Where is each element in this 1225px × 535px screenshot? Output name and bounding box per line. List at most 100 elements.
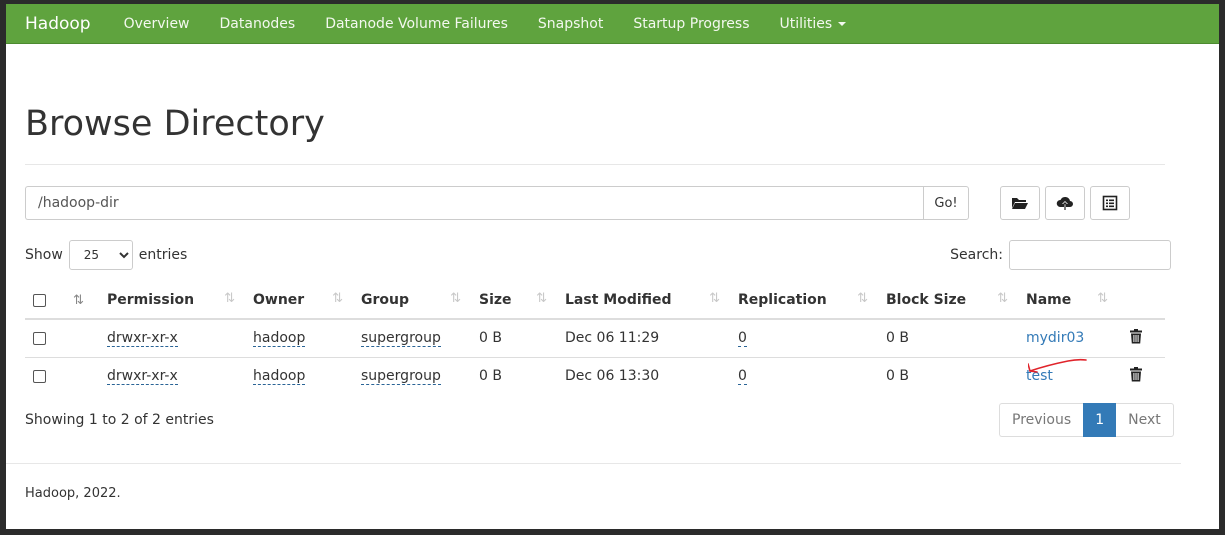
table-row: drwxr-xr-x hadoop supergroup 0 B Dec 06 …	[25, 356, 1165, 395]
entries-per-page-select[interactable]: 25	[68, 240, 133, 270]
list-alt-icon	[1102, 195, 1118, 211]
owner-editable[interactable]: hadoop	[253, 330, 306, 348]
sort-icon: ⇅	[450, 291, 461, 306]
navbar-brand[interactable]: Hadoop	[6, 14, 109, 34]
permission-cell: drwxr-xr-x	[99, 356, 245, 395]
directory-table: ⇅ Permission ⇅ Owner ⇅ Group ⇅ Size ⇅ Last M…	[25, 282, 1165, 395]
select-all-checkbox[interactable]	[33, 293, 46, 307]
group-cell: supergroup	[353, 318, 471, 357]
owner-cell: hadoop	[245, 318, 353, 357]
red-annotation-arrow-icon	[1028, 358, 1087, 373]
table-search: Search:	[950, 240, 1171, 270]
table-row: drwxr-xr-x hadoop supergroup 0 B Dec 06 …	[25, 318, 1165, 357]
block-size-cell: 0 B	[878, 318, 1018, 357]
col-name-label: Name	[1026, 292, 1072, 308]
table-header-row: ⇅ Permission ⇅ Owner ⇅ Group ⇅ Size ⇅ Last M…	[25, 282, 1165, 320]
caret-down-icon	[838, 21, 847, 26]
row-checkbox[interactable]	[33, 331, 46, 345]
size-cell: 0 B	[471, 318, 557, 357]
previous-page-button[interactable]: Previous	[999, 403, 1084, 437]
sort-icon: ⇅	[997, 291, 1008, 306]
nav-utilities-label: Utilities	[779, 15, 833, 32]
col-owner[interactable]: Owner ⇅	[245, 282, 353, 320]
nav-overview[interactable]: Overview	[109, 16, 205, 32]
sort-icon: ⇅	[224, 291, 235, 306]
search-label: Search:	[950, 247, 1003, 263]
sort-header-column[interactable]: ⇅	[65, 282, 99, 320]
table-info: Showing 1 to 2 of 2 entries	[25, 412, 214, 428]
row-select-cell	[25, 318, 65, 357]
sort-icon: ⇅	[709, 291, 720, 306]
col-last-modified-label: Last Modified	[565, 292, 672, 308]
replication-cell: 0	[730, 318, 878, 357]
go-button[interactable]: Go!	[923, 186, 969, 220]
group-cell: supergroup	[353, 356, 471, 395]
sort-icon: ⇅	[1097, 291, 1108, 306]
col-permission[interactable]: Permission ⇅	[99, 282, 245, 320]
col-size[interactable]: Size ⇅	[471, 282, 557, 320]
trash-icon[interactable]	[1130, 366, 1142, 382]
top-navbar: Hadoop Overview Datanodes Datanode Volum…	[6, 4, 1219, 44]
name-cell: mydir03	[1018, 318, 1118, 357]
upload-files-button[interactable]	[1045, 186, 1085, 220]
col-replication[interactable]: Replication ⇅	[730, 282, 878, 320]
actions-cell	[1118, 356, 1165, 395]
footer-text: Hadoop, 2022.	[25, 486, 121, 501]
owner-cell: hadoop	[245, 356, 353, 395]
replication-editable[interactable]: 0	[738, 368, 747, 386]
next-page-button[interactable]: Next	[1116, 403, 1174, 437]
col-permission-label: Permission	[107, 292, 195, 308]
row-select-cell	[25, 356, 65, 395]
col-block-size-label: Block Size	[886, 292, 967, 308]
row-checkbox[interactable]	[33, 369, 46, 383]
col-replication-label: Replication	[738, 292, 827, 308]
permission-editable[interactable]: drwxr-xr-x	[107, 368, 178, 386]
cut-paste-button[interactable]	[1090, 186, 1130, 220]
sort-icon: ⇅	[536, 291, 547, 306]
page-1-button[interactable]: 1	[1083, 403, 1117, 437]
replication-editable[interactable]: 0	[738, 330, 747, 348]
pagination: Previous 1 Next	[999, 403, 1174, 437]
group-editable[interactable]: supergroup	[361, 368, 441, 386]
actions-cell	[1118, 318, 1165, 357]
replication-cell: 0	[730, 356, 878, 395]
col-group-label: Group	[361, 292, 410, 308]
col-group[interactable]: Group ⇅	[353, 282, 471, 320]
directory-link[interactable]: mydir03	[1026, 330, 1084, 346]
owner-editable[interactable]: hadoop	[253, 368, 306, 386]
size-cell: 0 B	[471, 356, 557, 395]
nav-datanode-volume-failures[interactable]: Datanode Volume Failures	[310, 16, 523, 32]
page-title: Browse Directory	[25, 104, 325, 144]
directory-path-input[interactable]	[25, 186, 923, 220]
col-block-size[interactable]: Block Size ⇅	[878, 282, 1018, 320]
row-spacer-cell	[65, 356, 99, 395]
sort-active-icon: ⇅	[73, 293, 84, 308]
browser-page: Hadoop Overview Datanodes Datanode Volum…	[6, 4, 1219, 529]
group-editable[interactable]: supergroup	[361, 330, 441, 348]
entries-length-control: Show 25 entries	[25, 240, 187, 270]
nav-startup-progress[interactable]: Startup Progress	[618, 16, 764, 32]
col-last-modified[interactable]: Last Modified ⇅	[557, 282, 730, 320]
nav-datanodes[interactable]: Datanodes	[205, 16, 311, 32]
folder-open-icon	[1012, 198, 1028, 209]
trash-icon[interactable]	[1130, 328, 1142, 344]
cloud-upload-icon	[1056, 196, 1073, 210]
entries-label: entries	[138, 247, 188, 263]
search-input[interactable]	[1009, 240, 1171, 270]
footer-divider	[6, 463, 1181, 464]
last-modified-cell: Dec 06 13:30	[557, 356, 730, 395]
sort-icon: ⇅	[332, 291, 343, 306]
col-size-label: Size	[479, 292, 512, 308]
last-modified-cell: Dec 06 11:29	[557, 318, 730, 357]
nav-snapshot[interactable]: Snapshot	[523, 16, 618, 32]
sort-icon: ⇅	[857, 291, 868, 306]
nav-utilities-dropdown[interactable]: Utilities	[765, 16, 862, 32]
show-label: Show	[25, 247, 63, 263]
col-name[interactable]: Name ⇅	[1018, 282, 1118, 320]
block-size-cell: 0 B	[878, 356, 1018, 395]
path-bar: Go!	[25, 186, 969, 220]
col-actions	[1118, 282, 1165, 320]
title-divider	[25, 164, 1165, 165]
create-directory-button[interactable]	[1000, 186, 1040, 220]
permission-editable[interactable]: drwxr-xr-x	[107, 330, 178, 348]
